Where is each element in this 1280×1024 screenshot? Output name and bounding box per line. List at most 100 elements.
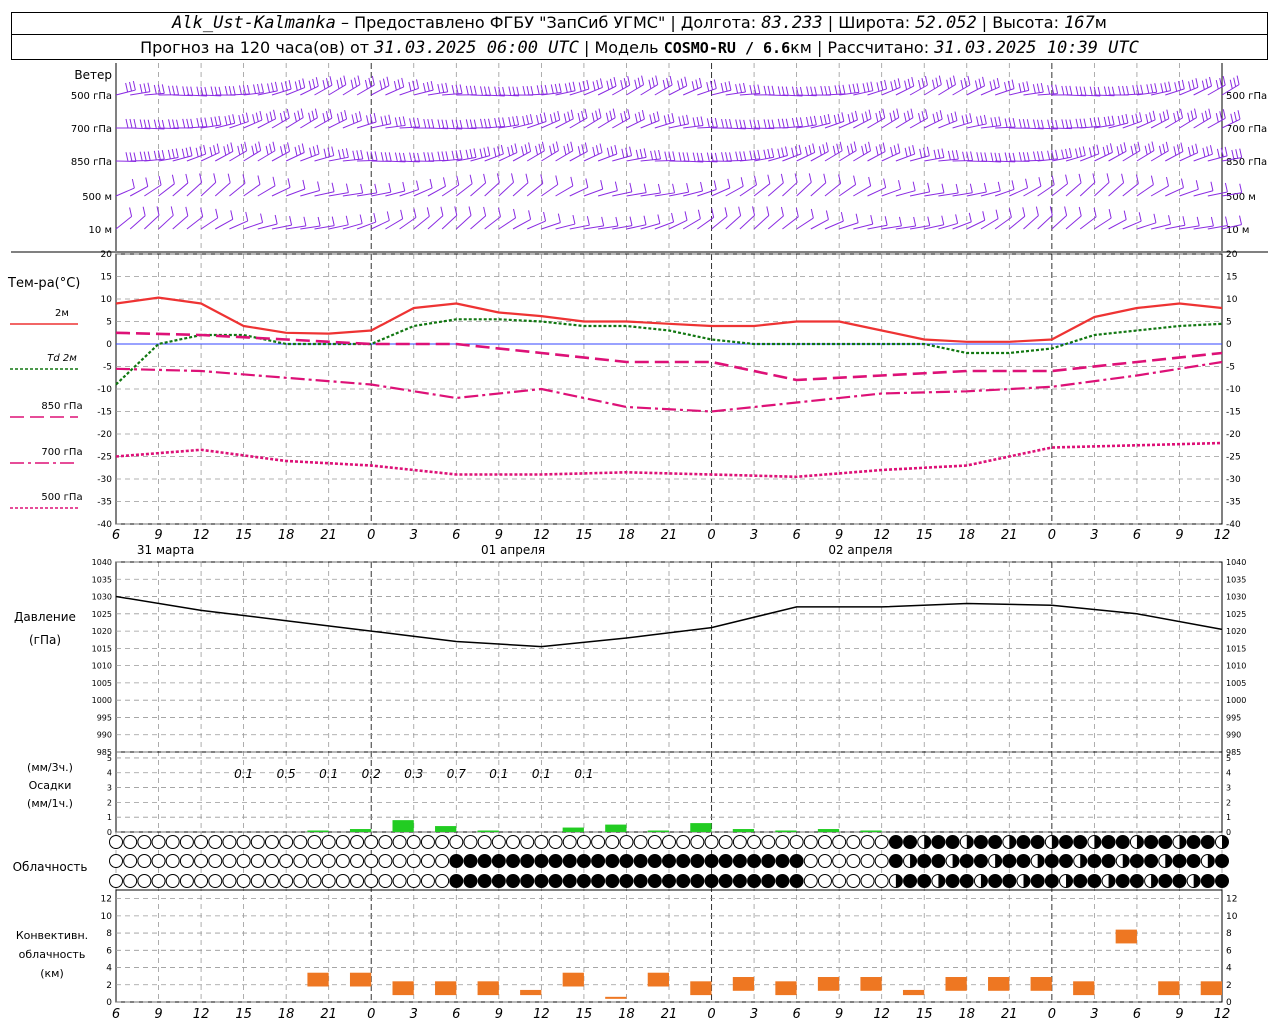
precip-ytick-right: 4: [1226, 769, 1231, 778]
wind-barb: [867, 187, 886, 197]
pressure-ytick-left: 1000: [92, 696, 112, 705]
wind-barb-feather: [1075, 148, 1079, 158]
wind-barb-feather: [743, 151, 747, 161]
cloud-cover-symbol: [817, 835, 832, 849]
wind-barb-feather: [528, 142, 532, 152]
pressure-ytick-left: 1020: [92, 627, 112, 636]
wind-barb-feather: [339, 77, 343, 87]
wind-barb: [668, 219, 688, 230]
wind-barb-feather: [331, 146, 335, 156]
cloud-cover-symbol: [718, 854, 733, 868]
wind-barb-feather: [469, 148, 473, 159]
cloud-cover-symbol: [1215, 854, 1229, 868]
wind-barb-feather: [440, 206, 444, 216]
wind-barb: [214, 182, 231, 197]
wind-barb-feather: [143, 119, 147, 129]
wind-barb: [782, 182, 798, 197]
cloud-cover-symbol: [165, 835, 180, 849]
cloud-cover-symbol: [506, 854, 521, 868]
wind-barb-feather: [1187, 112, 1191, 122]
cloud-cover-symbol: [732, 874, 747, 888]
wind-barb-feather: [382, 78, 386, 88]
wind-barb-feather: [1040, 82, 1044, 93]
wind-barb-feather: [317, 216, 321, 227]
wind-barb: [938, 84, 956, 96]
wind-barb-feather: [238, 115, 242, 125]
wind-barb: [1150, 150, 1169, 162]
wind-barb: [385, 218, 403, 230]
wind-barb-feather: [358, 111, 362, 121]
wind-barb-feather: [1236, 75, 1240, 85]
wind-barb: [470, 215, 486, 230]
pressure-ytick-right: 1025: [1226, 610, 1246, 619]
wind-barb-feather: [853, 141, 857, 151]
pressure-ytick-left: 1010: [92, 662, 112, 671]
cloud-cover-symbol: [222, 854, 237, 868]
wind-barb-feather: [125, 82, 129, 93]
x-tick-label-bottom: 9: [1175, 1007, 1183, 1022]
conv-ytick-right: 6: [1226, 946, 1232, 956]
cloud-cover-symbol: [690, 854, 705, 868]
wind-barb-feather: [577, 112, 581, 123]
precip-bar: [435, 826, 457, 832]
wind-barb-feather: [884, 216, 888, 226]
wind-barb-feather: [682, 152, 686, 162]
wind-barb-feather: [1162, 111, 1166, 121]
wind-barb-feather: [993, 79, 997, 89]
wind-barb: [328, 118, 347, 129]
wind-barb: [569, 187, 589, 197]
wind-barb-feather: [185, 206, 189, 216]
wind-barb: [895, 85, 914, 96]
cloud-cover-symbol: [449, 854, 464, 868]
wind-barb-feather: [1224, 146, 1228, 156]
wind-barb-feather: [643, 148, 647, 158]
wind-barb-feather: [218, 115, 222, 126]
cloud-cover-symbol: [194, 835, 209, 849]
cloud-cover-half: [1080, 854, 1087, 868]
wind-barb-feather: [586, 79, 590, 90]
cloud-cover-symbol: [208, 854, 223, 868]
wind-barb-feather: [554, 83, 558, 94]
wind-barb-feather: [1173, 112, 1177, 123]
cloud-cover-symbol: [250, 854, 265, 868]
wind-barb: [966, 219, 985, 230]
wind-barb-feather: [678, 116, 682, 126]
pressure-ytick-right: 995: [1226, 713, 1241, 722]
wind-barb: [881, 152, 901, 162]
conv-ytick-left: 12: [101, 895, 112, 905]
wind-barb-feather: [297, 110, 301, 120]
temp-ytick-right: 20: [1226, 250, 1238, 260]
wind-barb-feather: [861, 113, 865, 123]
wind-barb: [243, 150, 261, 162]
wind-barb: [753, 215, 770, 230]
wind-barb-feather: [536, 85, 540, 95]
wind-barb-feather: [1032, 84, 1036, 94]
wind-barb-feather: [875, 146, 879, 156]
wind-barb-feather: [210, 117, 214, 127]
wind-barb-feather: [143, 83, 147, 93]
wind-barb-feather: [252, 114, 256, 124]
wind-barb: [810, 182, 827, 197]
cloud-cover-symbol: [747, 874, 762, 888]
wind-barb-feather: [743, 119, 747, 129]
cloud-cover-symbol: [959, 854, 974, 868]
wind-barb: [498, 182, 514, 197]
wind-barb-feather: [502, 117, 506, 127]
wind-barb-feather: [168, 85, 172, 95]
wind-barb-feather: [487, 86, 491, 96]
wind-barb-feather: [345, 183, 349, 193]
wind-barb-feather: [599, 78, 603, 88]
wind-barb-feather: [167, 149, 171, 159]
wind-barb-feather: [984, 152, 988, 162]
wind-barb-feather: [740, 177, 744, 187]
wind-barb-feather: [380, 116, 384, 126]
x-tick-label-bottom: 12: [193, 1007, 210, 1022]
pressure-ytick-right: 1010: [1226, 662, 1246, 671]
wind-barb-feather: [451, 119, 455, 129]
wind-barb-feather: [203, 144, 207, 155]
cloud-cover-symbol: [1158, 874, 1173, 888]
wind-barb-feather: [1162, 143, 1166, 153]
wind-barb-feather: [528, 210, 532, 220]
precip-ytick-left: 0: [107, 828, 112, 837]
wind-barb-feather: [1032, 151, 1036, 161]
